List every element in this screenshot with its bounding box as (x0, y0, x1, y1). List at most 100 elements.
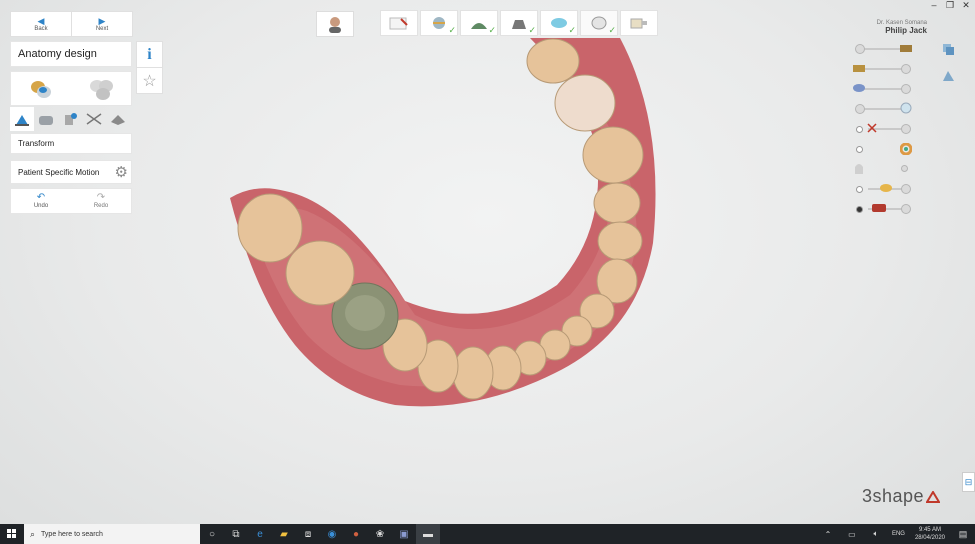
color-map-icon (900, 143, 912, 155)
dental-model-viewport[interactable] (225, 33, 665, 413)
slider-track[interactable] (858, 68, 906, 70)
transform-panel: Transform (10, 133, 132, 154)
language-indicator[interactable]: ENG (888, 531, 909, 537)
active-app-icon[interactable]: ▬ (416, 524, 440, 544)
single-tooth-mode[interactable] (11, 72, 71, 105)
scan-layer-icon[interactable] (942, 69, 955, 82)
app-icon[interactable]: ◉ (320, 524, 344, 544)
arrow-left-icon: ◀ (37, 15, 45, 26)
search-icon: ⌕ (30, 528, 36, 539)
next-button[interactable]: ▶ Next (71, 11, 133, 37)
info-icon: i (147, 45, 152, 63)
undo-button[interactable]: ↶ Undo (11, 189, 71, 213)
radio-option[interactable] (856, 126, 863, 133)
margin-line-icon (471, 23, 487, 29)
tooth[interactable] (237, 193, 303, 263)
copy-layer-icon[interactable] (942, 43, 955, 56)
slider-knob[interactable] (855, 104, 865, 114)
patient-name: Philip Jack (885, 26, 927, 35)
page-title: Anatomy design (18, 48, 97, 60)
slider-knob[interactable] (901, 165, 908, 172)
volume-icon[interactable]: 🔈︎ (864, 524, 888, 544)
app-icon[interactable]: ⧈ (296, 524, 320, 544)
redo-icon: ↷ (96, 192, 106, 203)
slider-knob[interactable] (901, 204, 911, 214)
slider-track[interactable] (858, 48, 906, 50)
tooth[interactable] (554, 74, 616, 132)
radio-option[interactable] (856, 146, 863, 153)
window-controls: – ❐ ✕ (929, 0, 971, 10)
single-tooth-icon (31, 80, 51, 98)
slider-track[interactable] (858, 88, 906, 90)
start-button[interactable] (0, 524, 24, 544)
contact-tool[interactable] (82, 107, 106, 131)
minimize-icon[interactable]: – (929, 0, 939, 10)
slider-track[interactable] (858, 108, 906, 110)
app-icon[interactable]: ▣ (392, 524, 416, 544)
sculpt-icon (39, 115, 53, 125)
gear-icon[interactable]: ⚙ (115, 163, 131, 181)
tooth-visibility-icon (855, 164, 863, 174)
panel-toggle-icon: ⊟ (964, 477, 973, 487)
sculpt-tool[interactable] (34, 107, 58, 131)
transform-tool[interactable] (10, 106, 34, 131)
undo-redo-panel: ↶ Undo ↷ Redo (10, 188, 132, 214)
app-icon[interactable]: ❀ (368, 524, 392, 544)
taskbar-search[interactable]: ⌕ Type here to search (24, 524, 200, 544)
tooth[interactable] (593, 182, 641, 224)
occlusion-tool[interactable] (106, 107, 130, 131)
antagonist-icon (900, 45, 912, 52)
slider-knob[interactable] (855, 44, 865, 54)
tool-row (10, 106, 130, 131)
app-icon[interactable]: ● (344, 524, 368, 544)
gingiva-icon (853, 84, 865, 92)
network-icon[interactable]: ▭ (840, 524, 864, 544)
slider-knob[interactable] (901, 124, 911, 134)
slider-knob[interactable] (901, 64, 911, 74)
crown-highlight (345, 295, 385, 331)
redo-button[interactable]: ↷ Redo (71, 189, 131, 213)
favorite-button[interactable]: ☆ (136, 67, 163, 94)
radio-option-selected[interactable] (856, 206, 863, 213)
logo-triangle-icon (926, 490, 941, 503)
tooth-mode-panel (10, 71, 132, 106)
close-icon[interactable]: ✕ (961, 0, 971, 10)
undo-icon: ↶ (36, 192, 46, 203)
tooth[interactable] (526, 38, 580, 84)
radio-option[interactable] (856, 186, 863, 193)
sphere-icon (900, 102, 912, 114)
side-panel-toggle[interactable]: ⊟ (962, 472, 975, 492)
back-button[interactable]: ◀ Back (10, 11, 72, 37)
search-placeholder: Type here to search (41, 530, 103, 538)
tooth[interactable] (582, 126, 644, 184)
connector-tool[interactable] (58, 107, 82, 131)
occlusion-icon (111, 114, 125, 125)
3shape-logo: 3shape (862, 486, 941, 507)
windows-logo-icon (7, 529, 16, 538)
insertion-direction-icon (551, 18, 567, 28)
patient-specific-motion[interactable]: Patient Specific Motion ⚙ (10, 160, 132, 184)
edge-icon[interactable]: e (248, 524, 272, 544)
export-block-icon (630, 18, 647, 29)
die-icon (512, 20, 526, 29)
notifications-icon[interactable]: ▤ (951, 524, 975, 544)
tooth[interactable] (597, 221, 643, 261)
tray-expand-icon[interactable]: ⌃ (816, 524, 840, 544)
task-view-icon[interactable]: ⧉ (224, 524, 248, 544)
slider-knob[interactable] (901, 184, 911, 194)
avatar (329, 17, 341, 33)
info-button[interactable]: i (136, 41, 163, 68)
clock-date: 28/04/2020 (914, 535, 945, 541)
transform-icon (15, 114, 29, 126)
tooth[interactable] (452, 346, 494, 400)
multi-tooth-icon (90, 79, 113, 100)
restore-icon[interactable]: ❐ (945, 0, 955, 10)
slider-knob[interactable] (901, 84, 911, 94)
file-explorer-icon[interactable]: ▰ (272, 524, 296, 544)
tooth[interactable] (285, 240, 355, 306)
restoration-icon (880, 184, 892, 192)
arrow-right-icon: ▶ (98, 15, 106, 26)
multi-tooth-mode[interactable] (71, 72, 131, 105)
clock[interactable]: 9:45 AM 28/04/2020 (909, 526, 951, 542)
cortana-icon[interactable]: ○ (200, 524, 224, 544)
